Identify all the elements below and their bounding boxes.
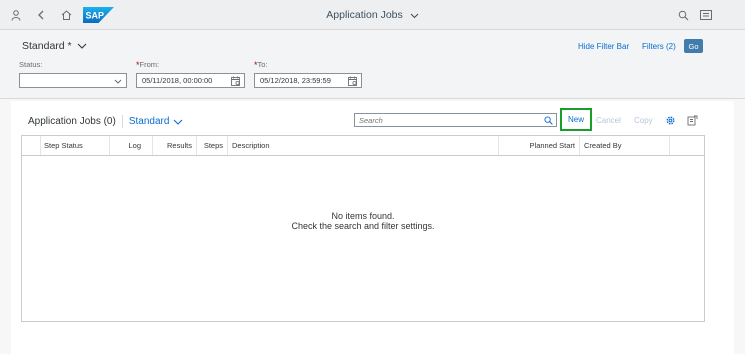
empty-state: No items found. Check the search and fil… bbox=[22, 211, 704, 231]
divider bbox=[121, 115, 123, 128]
empty-state-title: No items found. bbox=[331, 211, 395, 221]
to-date-field[interactable]: 05/12/2018, 23:59:59 bbox=[254, 73, 362, 88]
settings-icon[interactable] bbox=[665, 115, 676, 126]
column-header-description[interactable]: Description bbox=[228, 136, 499, 155]
chevron-down-icon bbox=[77, 43, 87, 49]
column-header-log[interactable]: Log bbox=[110, 136, 153, 155]
search-input[interactable] bbox=[359, 115, 539, 125]
jobs-table: Step Status Log Results Steps Descriptio… bbox=[21, 135, 705, 322]
column-header-steps[interactable]: Steps bbox=[197, 136, 228, 155]
select-column-header[interactable] bbox=[22, 136, 41, 155]
shell-bar: SAP Application Jobs bbox=[0, 0, 745, 30]
cancel-button[interactable]: Cancel bbox=[596, 116, 621, 125]
chevron-down-icon bbox=[410, 10, 419, 22]
hide-filter-bar-button[interactable]: Hide Filter Bar bbox=[578, 42, 629, 51]
status-label: Status: bbox=[19, 60, 43, 69]
column-header-results[interactable]: Results bbox=[153, 136, 197, 155]
table-variant-selector[interactable]: Standard bbox=[129, 116, 184, 127]
search-icon[interactable] bbox=[676, 8, 690, 22]
from-label: *From: bbox=[136, 60, 160, 70]
from-date-value: 05/11/2018, 00:00:00 bbox=[142, 76, 213, 85]
variant-name: Standard * bbox=[22, 40, 72, 52]
new-button[interactable]: New bbox=[560, 108, 592, 131]
table-header: Application Jobs (0) Standard bbox=[28, 115, 183, 128]
from-date-field[interactable]: 05/11/2018, 00:00:00 bbox=[136, 73, 245, 88]
column-header-planned-start[interactable]: Planned Start bbox=[499, 136, 580, 155]
table-header-row: Step Status Log Results Steps Descriptio… bbox=[22, 136, 704, 156]
table-title: Application Jobs (0) bbox=[28, 116, 116, 127]
jobs-table-panel: Application Jobs (0) Standard New Cancel… bbox=[11, 101, 734, 354]
to-label: *To: bbox=[254, 60, 268, 70]
export-icon[interactable] bbox=[687, 115, 698, 126]
go-button[interactable]: Go bbox=[684, 39, 703, 53]
notifications-icon[interactable] bbox=[699, 8, 713, 22]
app-title-menu[interactable]: Application Jobs bbox=[0, 9, 745, 22]
table-variant-name: Standard bbox=[128, 116, 170, 127]
app-title: Application Jobs bbox=[326, 9, 403, 21]
copy-button[interactable]: Copy bbox=[634, 116, 653, 125]
chevron-down-icon bbox=[174, 119, 183, 125]
to-date-value: 05/12/2018, 23:59:59 bbox=[260, 76, 331, 85]
variant-selector[interactable]: Standard * bbox=[22, 40, 87, 52]
column-header-step-status[interactable]: Step Status bbox=[41, 136, 110, 155]
chevron-down-icon bbox=[113, 76, 123, 86]
empty-state-hint: Check the search and filter settings. bbox=[291, 221, 435, 231]
calendar-icon[interactable] bbox=[231, 76, 241, 86]
filters-button[interactable]: Filters (2) bbox=[642, 42, 676, 51]
column-header-created-by[interactable]: Created By bbox=[580, 136, 670, 155]
filter-bar: Standard * Hide Filter Bar Filters (2) G… bbox=[0, 30, 745, 99]
status-select[interactable] bbox=[19, 73, 127, 88]
calendar-icon[interactable] bbox=[348, 76, 358, 86]
search-icon[interactable] bbox=[544, 116, 553, 125]
search-field[interactable] bbox=[354, 113, 557, 127]
